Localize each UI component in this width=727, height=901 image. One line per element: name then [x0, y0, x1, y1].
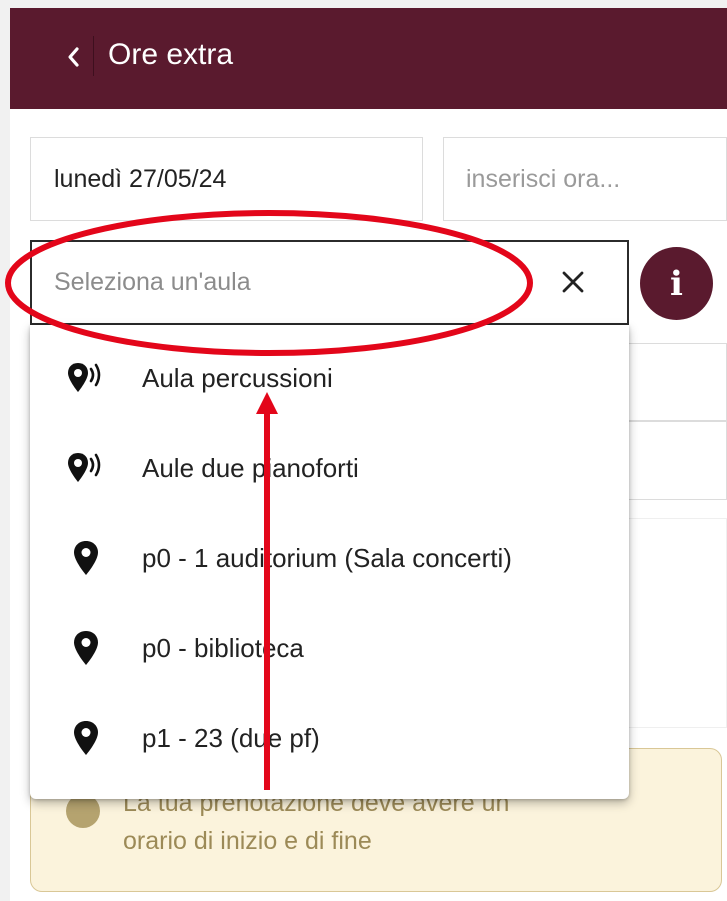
location-pin-icon: [66, 628, 106, 668]
dropdown-item-biblioteca[interactable]: p0 - biblioteca: [30, 603, 629, 693]
dropdown-item-aule-due-pianoforti[interactable]: Aule due pianoforti: [30, 423, 629, 513]
dropdown-item-label: p0 - biblioteca: [142, 632, 304, 663]
warning-icon: [66, 794, 100, 828]
header-divider: [93, 36, 94, 76]
alert-text-line2: orario di inizio e di fine: [123, 827, 372, 855]
room-search-input[interactable]: [52, 267, 526, 298]
dropdown-item-aula-percussioni[interactable]: Aula percussioni: [30, 333, 629, 423]
room-select[interactable]: [30, 240, 629, 325]
dropdown-item-label: p0 - 1 auditorium (Sala concerti): [142, 542, 512, 573]
info-button[interactable]: i: [640, 247, 713, 320]
time-placeholder: inserisci ora...: [466, 164, 621, 193]
dropdown-item-p1-23[interactable]: p1 - 23 (due pf): [30, 693, 629, 783]
location-sound-icon: [66, 448, 106, 488]
location-sound-icon: [66, 358, 106, 398]
page-title: Ore extra: [108, 38, 234, 71]
date-field[interactable]: lunedì 27/05/24: [30, 137, 423, 221]
app-header: Ore extra: [10, 8, 727, 109]
chevron-left-icon[interactable]: [60, 42, 86, 72]
info-label: i: [670, 263, 683, 304]
date-value: lunedì 27/05/24: [54, 164, 227, 193]
room-dropdown: Aula percussioni Aule due pianoforti p0 …: [30, 325, 629, 799]
time-field[interactable]: inserisci ora...: [443, 137, 727, 221]
location-pin-icon: [66, 718, 106, 758]
close-icon[interactable]: [561, 270, 585, 294]
dropdown-item-label: Aule due pianoforti: [142, 452, 359, 483]
dropdown-item-label: p1 - 23 (due pf): [142, 722, 320, 753]
location-pin-icon: [66, 538, 106, 578]
dropdown-item-label: Aula percussioni: [142, 362, 333, 393]
dropdown-item-auditorium[interactable]: p0 - 1 auditorium (Sala concerti): [30, 513, 629, 603]
